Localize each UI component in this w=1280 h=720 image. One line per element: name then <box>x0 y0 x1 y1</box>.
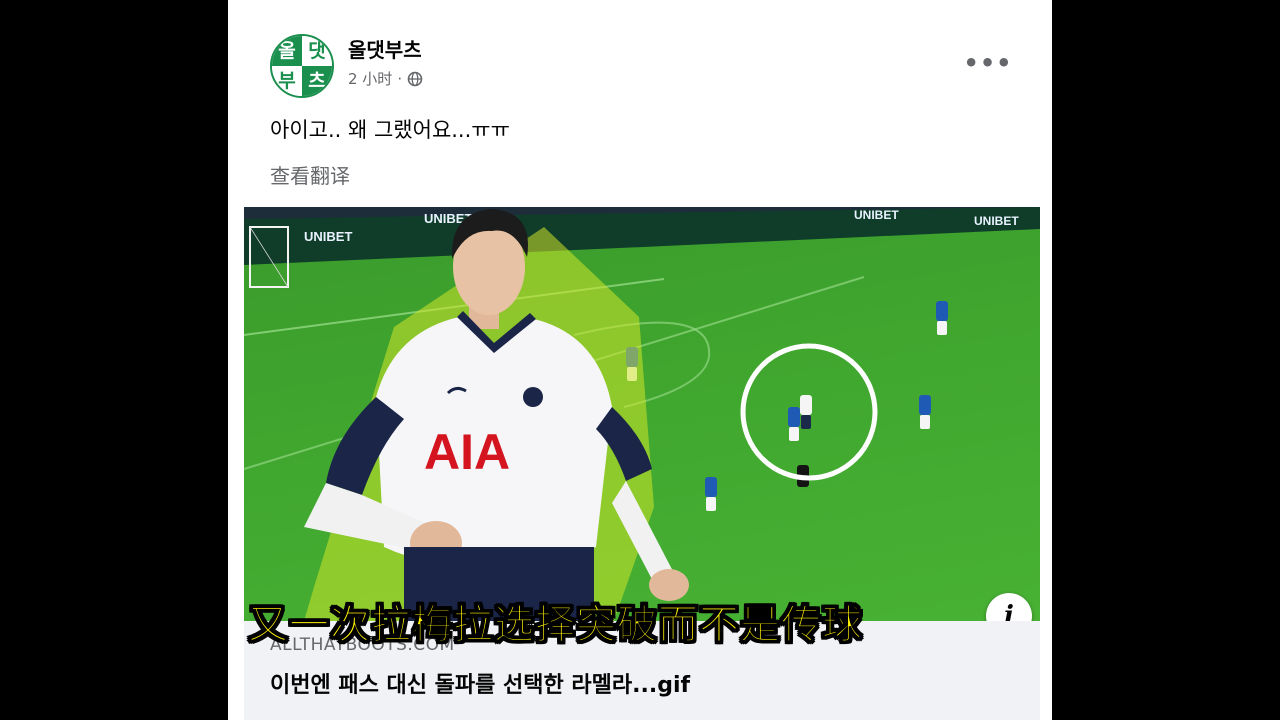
board-text: UNIBET <box>854 208 899 222</box>
avatar-char: 댓 <box>302 36 332 66</box>
match-scene: UNIBET UNIBET UNIBET UNIBET AIA <box>244 207 1040 621</box>
post-timestamp[interactable]: 2 小时 <box>348 68 392 89</box>
see-translation-link[interactable]: 查看翻译 <box>270 160 350 189</box>
page-name-link[interactable]: 올댓부츠 <box>348 34 422 63</box>
meta-separator: · <box>397 69 403 88</box>
shirt-sponsor: AIA <box>424 424 510 480</box>
more-options-icon[interactable]: ••• <box>963 48 1011 78</box>
page-avatar[interactable]: 올 댓 부 츠 <box>270 34 334 98</box>
video-subtitle: 又一次拉梅拉选择突破而不是传球 <box>248 602 863 649</box>
globe-icon[interactable] <box>407 71 423 87</box>
link-title[interactable]: 이번엔 패스 대신 돌파를 선택한 라멜라...gif <box>270 667 690 699</box>
post-media-image[interactable]: UNIBET UNIBET UNIBET UNIBET AIA i <box>244 207 1040 621</box>
post-text: 아이고.. 왜 그랬어요...ㅠㅠ <box>270 118 510 142</box>
post-meta: 2 小时 · <box>348 68 423 89</box>
avatar-char: 올 <box>272 36 302 66</box>
facebook-post-card: 올 댓 부 츠 올댓부츠 2 小时 · ••• 아이고.. 왜 그랬어요...ㅠ… <box>228 0 1052 720</box>
board-text: UNIBET <box>974 214 1019 228</box>
board-text: UNIBET <box>304 229 352 244</box>
avatar-logo: 올 댓 부 츠 <box>272 36 332 96</box>
avatar-char: 츠 <box>302 66 332 96</box>
avatar-char: 부 <box>272 66 302 96</box>
